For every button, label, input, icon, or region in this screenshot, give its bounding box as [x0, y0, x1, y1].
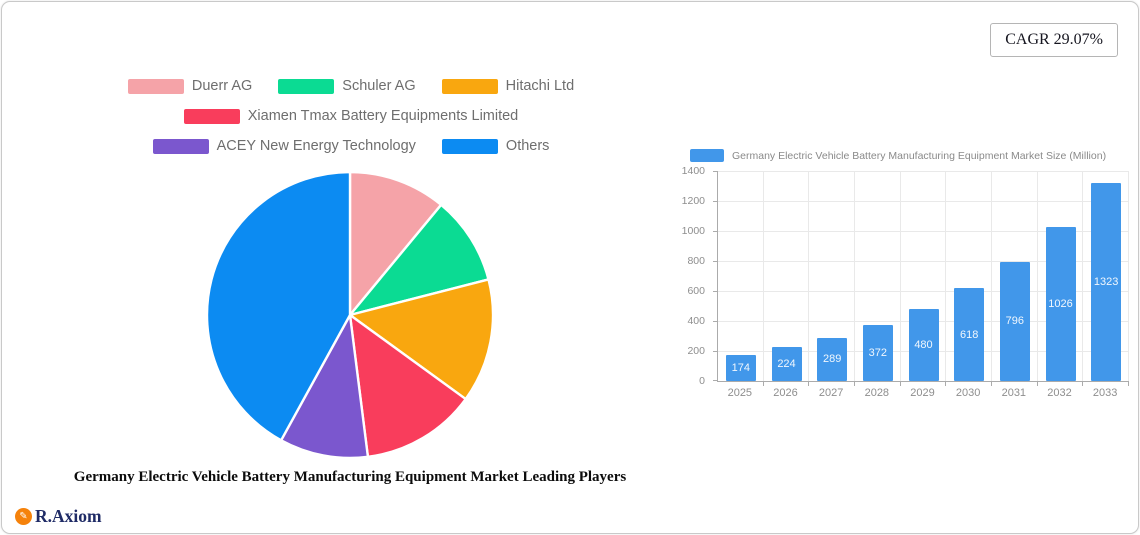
- x-tick-label: 2028: [854, 387, 900, 399]
- bar-x-axis-labels: 202520262027202820292030203120322033: [717, 387, 1128, 401]
- y-tick-label: 400: [687, 315, 705, 327]
- y-tick-label: 1200: [682, 195, 705, 207]
- cagr-badge: CAGR 29.07%: [990, 23, 1118, 57]
- pie-chart: [204, 169, 496, 461]
- y-tick-label: 600: [687, 285, 705, 297]
- legend-label: ACEY New Energy Technology: [217, 138, 416, 154]
- v-gridline: [808, 171, 809, 381]
- y-tick-label: 200: [687, 345, 705, 357]
- bar-value-label: 174: [732, 362, 750, 374]
- legend-item-4[interactable]: ACEY New Energy Technology: [153, 138, 416, 154]
- bar-value-label: 224: [777, 358, 795, 370]
- bar-chart-legend[interactable]: Germany Electric Vehicle Battery Manufac…: [690, 149, 1106, 162]
- y-tick: [713, 201, 718, 202]
- v-gridline: [945, 171, 946, 381]
- legend-row: Xiamen Tmax Battery Equipments Limited: [105, 108, 597, 124]
- v-gridline: [991, 171, 992, 381]
- legend-label: Others: [506, 138, 550, 154]
- pie-legend: Duerr AG Schuler AG Hitachi Ltd Xiamen Tmax…: [105, 78, 597, 154]
- y-tick: [713, 171, 718, 172]
- x-tick-label: 2025: [717, 387, 763, 399]
- y-tick: [713, 351, 718, 352]
- y-tick-label: 800: [687, 255, 705, 267]
- y-tick: [713, 321, 718, 322]
- bar-2032[interactable]: 1026: [1046, 227, 1076, 381]
- legend-label: Xiamen Tmax Battery Equipments Limited: [248, 108, 519, 124]
- legend-swatch: [442, 79, 498, 94]
- x-tick: [763, 381, 764, 386]
- legend-item-1[interactable]: Schuler AG: [278, 78, 415, 94]
- bar-plot-area: 174 224 289 372 480 618 796 1026 1323: [717, 171, 1129, 382]
- brand-name: R.Axiom: [35, 506, 102, 527]
- x-tick-label: 2030: [945, 387, 991, 399]
- x-tick: [945, 381, 946, 386]
- bar-2027[interactable]: 289: [817, 338, 847, 381]
- bar-legend-swatch: [690, 149, 724, 162]
- legend-label: Hitachi Ltd: [506, 78, 575, 94]
- report-card: CAGR 29.07% Duerr AG Schuler AG Hitachi Lt…: [1, 1, 1139, 534]
- y-tick-label: 1000: [682, 225, 705, 237]
- bar-chart-title: Germany Electric Vehicle Battery Manufac…: [732, 150, 1106, 162]
- bar-2025[interactable]: 174: [726, 355, 756, 381]
- brand-logo: ✎ R.Axiom: [15, 506, 102, 527]
- legend-row: ACEY New Energy Technology Others: [105, 138, 597, 154]
- bar-2028[interactable]: 372: [863, 325, 893, 381]
- x-tick: [991, 381, 992, 386]
- bar-value-label: 1026: [1048, 298, 1072, 310]
- legend-row: Duerr AG Schuler AG Hitachi Ltd: [105, 78, 597, 94]
- x-tick: [1128, 381, 1129, 386]
- x-tick: [900, 381, 901, 386]
- y-tick: [713, 231, 718, 232]
- y-tick: [713, 291, 718, 292]
- y-tick-label: 1400: [682, 165, 705, 177]
- legend-swatch: [184, 109, 240, 124]
- legend-label: Duerr AG: [192, 78, 252, 94]
- legend-swatch: [128, 79, 184, 94]
- h-gridline: [718, 201, 1129, 202]
- bar-2033[interactable]: 1323: [1091, 183, 1121, 381]
- x-tick: [1082, 381, 1083, 386]
- pie-chart-title: Germany Electric Vehicle Battery Manufac…: [60, 469, 640, 486]
- v-gridline: [854, 171, 855, 381]
- legend-item-5[interactable]: Others: [442, 138, 550, 154]
- y-tick: [713, 380, 718, 381]
- x-tick: [808, 381, 809, 386]
- h-gridline: [718, 171, 1129, 172]
- v-gridline: [1128, 171, 1129, 381]
- y-tick-label: 0: [699, 375, 705, 387]
- bar-y-axis-labels: 0200400600800100012001400: [654, 171, 711, 381]
- v-gridline: [763, 171, 764, 381]
- bar-value-label: 796: [1006, 315, 1024, 327]
- x-tick-label: 2027: [808, 387, 854, 399]
- legend-label: Schuler AG: [342, 78, 415, 94]
- legend-item-2[interactable]: Hitachi Ltd: [442, 78, 575, 94]
- bar-value-label: 1323: [1094, 276, 1118, 288]
- bar-value-label: 289: [823, 353, 841, 365]
- bar-2026[interactable]: 224: [772, 347, 802, 381]
- bar-2029[interactable]: 480: [909, 309, 939, 381]
- x-tick-label: 2032: [1037, 387, 1083, 399]
- x-tick: [854, 381, 855, 386]
- pencil-icon: ✎: [15, 508, 32, 525]
- v-gridline: [1037, 171, 1038, 381]
- bar-value-label: 618: [960, 329, 978, 341]
- legend-swatch: [442, 139, 498, 154]
- bar-value-label: 480: [914, 339, 932, 351]
- bar-2031[interactable]: 796: [1000, 262, 1030, 381]
- x-tick: [1037, 381, 1038, 386]
- legend-item-0[interactable]: Duerr AG: [128, 78, 252, 94]
- x-tick-label: 2029: [900, 387, 946, 399]
- v-gridline: [900, 171, 901, 381]
- x-tick-label: 2031: [991, 387, 1037, 399]
- v-gridline: [1082, 171, 1083, 381]
- y-tick: [713, 261, 718, 262]
- legend-item-3[interactable]: Xiamen Tmax Battery Equipments Limited: [184, 108, 519, 124]
- legend-swatch: [153, 139, 209, 154]
- legend-swatch: [278, 79, 334, 94]
- bar-2030[interactable]: 618: [954, 288, 984, 381]
- x-tick-label: 2033: [1082, 387, 1128, 399]
- x-tick-label: 2026: [763, 387, 809, 399]
- bar-value-label: 372: [869, 347, 887, 359]
